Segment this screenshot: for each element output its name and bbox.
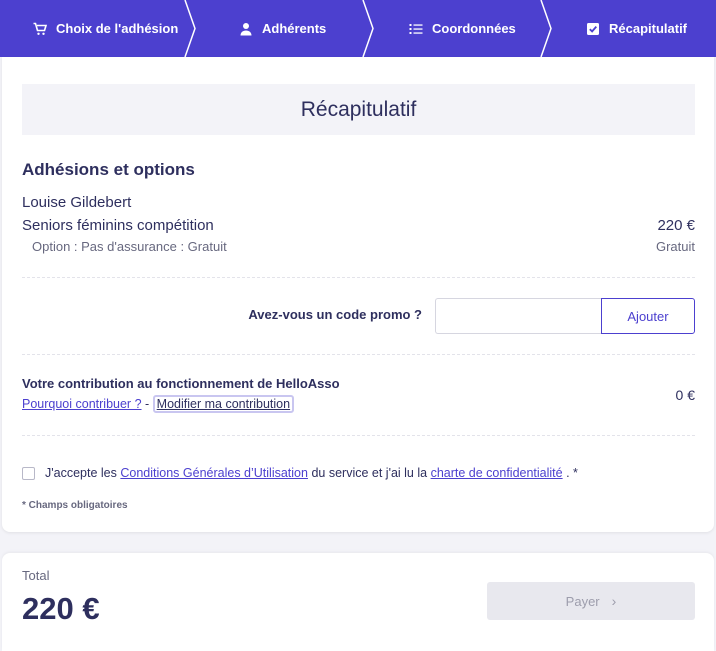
step-membership-choice[interactable]: Choix de l'adhésion xyxy=(33,0,178,57)
step-label: Récapitulatif xyxy=(609,21,688,36)
terms-middle: du service et j'ai lu la xyxy=(311,466,428,480)
promo-code-input[interactable] xyxy=(435,298,602,334)
section-title: Adhésions et options xyxy=(22,160,195,179)
required-fields-note: * Champs obligatoires xyxy=(22,500,128,511)
user-icon xyxy=(239,22,253,36)
step-label: Adhérents xyxy=(262,21,327,36)
terms-prefix: J'accepte les xyxy=(45,466,117,480)
terms-checkbox[interactable] xyxy=(22,466,35,480)
contribution-title: Votre contribution au fonctionnement de … xyxy=(22,376,340,391)
promo-label: Avez-vous un code promo ? xyxy=(248,307,422,322)
contribution-amount: 0 € xyxy=(675,387,695,403)
contribution-links: Pourquoi contribuer ? - Modifier ma cont… xyxy=(22,395,295,413)
total-label: Total xyxy=(22,568,50,583)
total-amount: 220 € xyxy=(22,591,100,626)
add-promo-button[interactable]: Ajouter xyxy=(601,298,695,334)
pay-label: Payer xyxy=(565,593,600,609)
divider xyxy=(22,277,695,278)
modify-contribution-link[interactable]: Modifier ma contribution xyxy=(152,395,295,413)
step-summary[interactable]: Récapitulatif xyxy=(586,0,687,57)
step-separator xyxy=(362,0,374,57)
step-separator xyxy=(540,0,552,57)
tier-price: 220 € xyxy=(657,217,695,234)
member-name: Louise Gildebert xyxy=(22,194,132,211)
page-title: Récapitulatif xyxy=(22,84,695,135)
option-text: Option : Pas d'assurance : Gratuit xyxy=(32,239,227,254)
step-contact-details[interactable]: Coordonnées xyxy=(409,0,516,57)
chevron-right-icon: › xyxy=(611,593,617,609)
divider xyxy=(22,354,695,355)
tier-name: Seniors féminins compétition xyxy=(22,217,214,234)
checkbox-icon xyxy=(586,22,600,36)
link-separator: - xyxy=(145,397,150,411)
divider xyxy=(22,435,695,436)
cart-icon xyxy=(33,22,47,36)
summary-card: Récapitulatif Adhésions et options Louis… xyxy=(2,57,714,532)
terms-text: J'accepte les Conditions Générales d’Uti… xyxy=(45,466,578,480)
pay-button[interactable]: Payer › xyxy=(487,582,695,620)
step-label: Choix de l'adhésion xyxy=(56,21,179,36)
step-members[interactable]: Adhérents xyxy=(239,0,326,57)
list-icon xyxy=(409,22,423,36)
option-price: Gratuit xyxy=(655,239,695,254)
step-separator xyxy=(184,0,196,57)
terms-suffix: . * xyxy=(566,466,578,480)
step-label: Coordonnées xyxy=(432,21,516,36)
total-card: Total 220 € Payer › xyxy=(2,553,714,651)
why-contribute-link[interactable]: Pourquoi contribuer ? xyxy=(22,397,142,411)
privacy-link[interactable]: charte de confidentialité xyxy=(431,466,563,480)
stepper: Choix de l'adhésion Adhérents Coordonnée… xyxy=(0,0,716,57)
terms-row: J'accepte les Conditions Générales d’Uti… xyxy=(22,466,578,480)
cgu-link[interactable]: Conditions Générales d’Utilisation xyxy=(120,466,308,480)
